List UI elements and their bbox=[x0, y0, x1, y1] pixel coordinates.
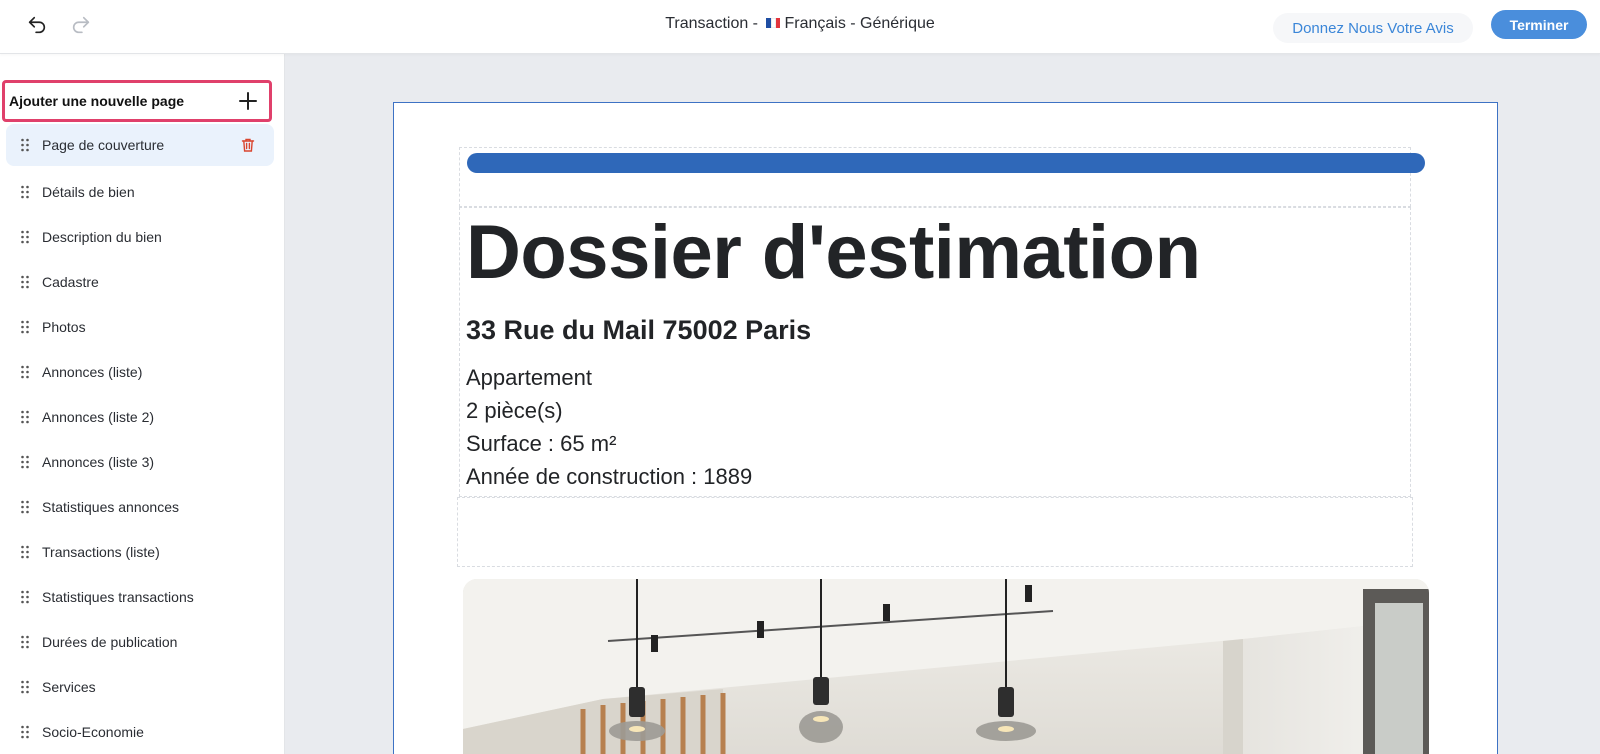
sidebar-page-label: Description du bien bbox=[42, 228, 162, 245]
property-type[interactable]: Appartement bbox=[466, 365, 592, 391]
sidebar-page-label: Services bbox=[42, 678, 96, 695]
sidebar-page-label: Cadastre bbox=[42, 273, 99, 290]
sidebar-page-label: Annonces (liste) bbox=[42, 363, 143, 380]
sidebar-page-label: Photos bbox=[42, 318, 86, 335]
drag-handle-icon[interactable] bbox=[20, 680, 30, 694]
sidebar-page-label: Socio-Economie bbox=[42, 723, 144, 740]
sidebar-page-label: Annonces (liste 2) bbox=[42, 408, 155, 425]
drag-handle-icon[interactable] bbox=[20, 365, 30, 379]
drag-handle-icon[interactable] bbox=[20, 410, 30, 424]
cover-photo[interactable] bbox=[463, 579, 1429, 754]
sidebar-page-item[interactable]: Durées de publication bbox=[6, 619, 274, 664]
sidebar-page-item[interactable]: Description du bien bbox=[6, 214, 274, 259]
drag-handle-icon[interactable] bbox=[20, 590, 30, 604]
top-toolbar: Transaction - Français - Générique Donne… bbox=[0, 0, 1600, 54]
sidebar-page-item[interactable]: Page de couverture bbox=[6, 124, 274, 166]
drag-handle-icon[interactable] bbox=[20, 635, 30, 649]
drag-handle-icon[interactable] bbox=[20, 275, 30, 289]
sidebar-page-label: Page de couverture bbox=[42, 137, 165, 153]
property-rooms[interactable]: 2 pièce(s) bbox=[466, 398, 563, 424]
trash-icon[interactable] bbox=[240, 137, 256, 153]
sidebar-page-label: Durées de publication bbox=[42, 633, 178, 650]
undo-icon[interactable] bbox=[22, 12, 52, 38]
french-flag-icon bbox=[766, 18, 781, 28]
plus-icon bbox=[239, 88, 257, 114]
sidebar-page-item[interactable]: Détails de bien bbox=[6, 169, 274, 214]
sidebar-page-item[interactable]: Photos bbox=[6, 304, 274, 349]
sidebar-page-label: Détails de bien bbox=[42, 183, 135, 200]
sidebar-page-item[interactable]: Annonces (liste) bbox=[6, 349, 274, 394]
drag-handle-icon[interactable] bbox=[20, 500, 30, 514]
header-color-bar bbox=[467, 153, 1425, 173]
document-heading[interactable]: Dossier d'estimation bbox=[466, 209, 1201, 296]
finish-button[interactable]: Terminer bbox=[1491, 10, 1587, 39]
sidebar-page-item[interactable]: Statistiques annonces bbox=[6, 484, 274, 529]
sidebar-page-item[interactable]: Annonces (liste 3) bbox=[6, 439, 274, 484]
sidebar-page-item[interactable]: Socio-Economie bbox=[6, 709, 274, 754]
title-language: Français - Générique bbox=[784, 15, 935, 32]
pages-sidebar: Ajouter une nouvelle page Page de couver… bbox=[0, 54, 285, 754]
sidebar-page-item[interactable]: Services bbox=[6, 664, 274, 709]
sidebar-page-label: Annonces (liste 3) bbox=[42, 453, 155, 470]
drag-handle-icon[interactable] bbox=[20, 138, 30, 152]
add-page-button[interactable]: Ajouter une nouvelle page bbox=[2, 80, 272, 122]
title-prefix: Transaction - bbox=[665, 15, 759, 32]
drag-handle-icon[interactable] bbox=[20, 455, 30, 469]
document-canvas[interactable]: Dossier d'estimation 33 Rue du Mail 7500… bbox=[393, 102, 1498, 754]
spacer-block-outline bbox=[457, 497, 1413, 567]
drag-handle-icon[interactable] bbox=[20, 725, 30, 739]
sidebar-page-item[interactable]: Statistiques transactions bbox=[6, 574, 274, 619]
redo-icon[interactable] bbox=[66, 12, 96, 38]
drag-handle-icon[interactable] bbox=[20, 320, 30, 334]
drag-handle-icon[interactable] bbox=[20, 545, 30, 559]
sidebar-page-label: Statistiques transactions bbox=[42, 588, 194, 605]
sidebar-page-label: Transactions (liste) bbox=[42, 543, 160, 560]
interior-photo-image bbox=[463, 579, 1429, 754]
add-page-label: Ajouter une nouvelle page bbox=[9, 93, 185, 109]
drag-handle-icon[interactable] bbox=[20, 185, 30, 199]
sidebar-page-item[interactable]: Transactions (liste) bbox=[6, 529, 274, 574]
sidebar-page-item[interactable]: Annonces (liste 2) bbox=[6, 394, 274, 439]
property-year[interactable]: Année de construction : 1889 bbox=[466, 464, 752, 490]
page-list: Page de couverture Détails de bien Descrip… bbox=[6, 124, 274, 754]
property-address[interactable]: 33 Rue du Mail 75002 Paris bbox=[466, 315, 811, 346]
feedback-button[interactable]: Donnez Nous Votre Avis bbox=[1273, 13, 1473, 43]
drag-handle-icon[interactable] bbox=[20, 230, 30, 244]
property-surface[interactable]: Surface : 65 m² bbox=[466, 431, 616, 457]
sidebar-page-item[interactable]: Cadastre bbox=[6, 259, 274, 304]
sidebar-page-label: Statistiques annonces bbox=[42, 498, 179, 515]
